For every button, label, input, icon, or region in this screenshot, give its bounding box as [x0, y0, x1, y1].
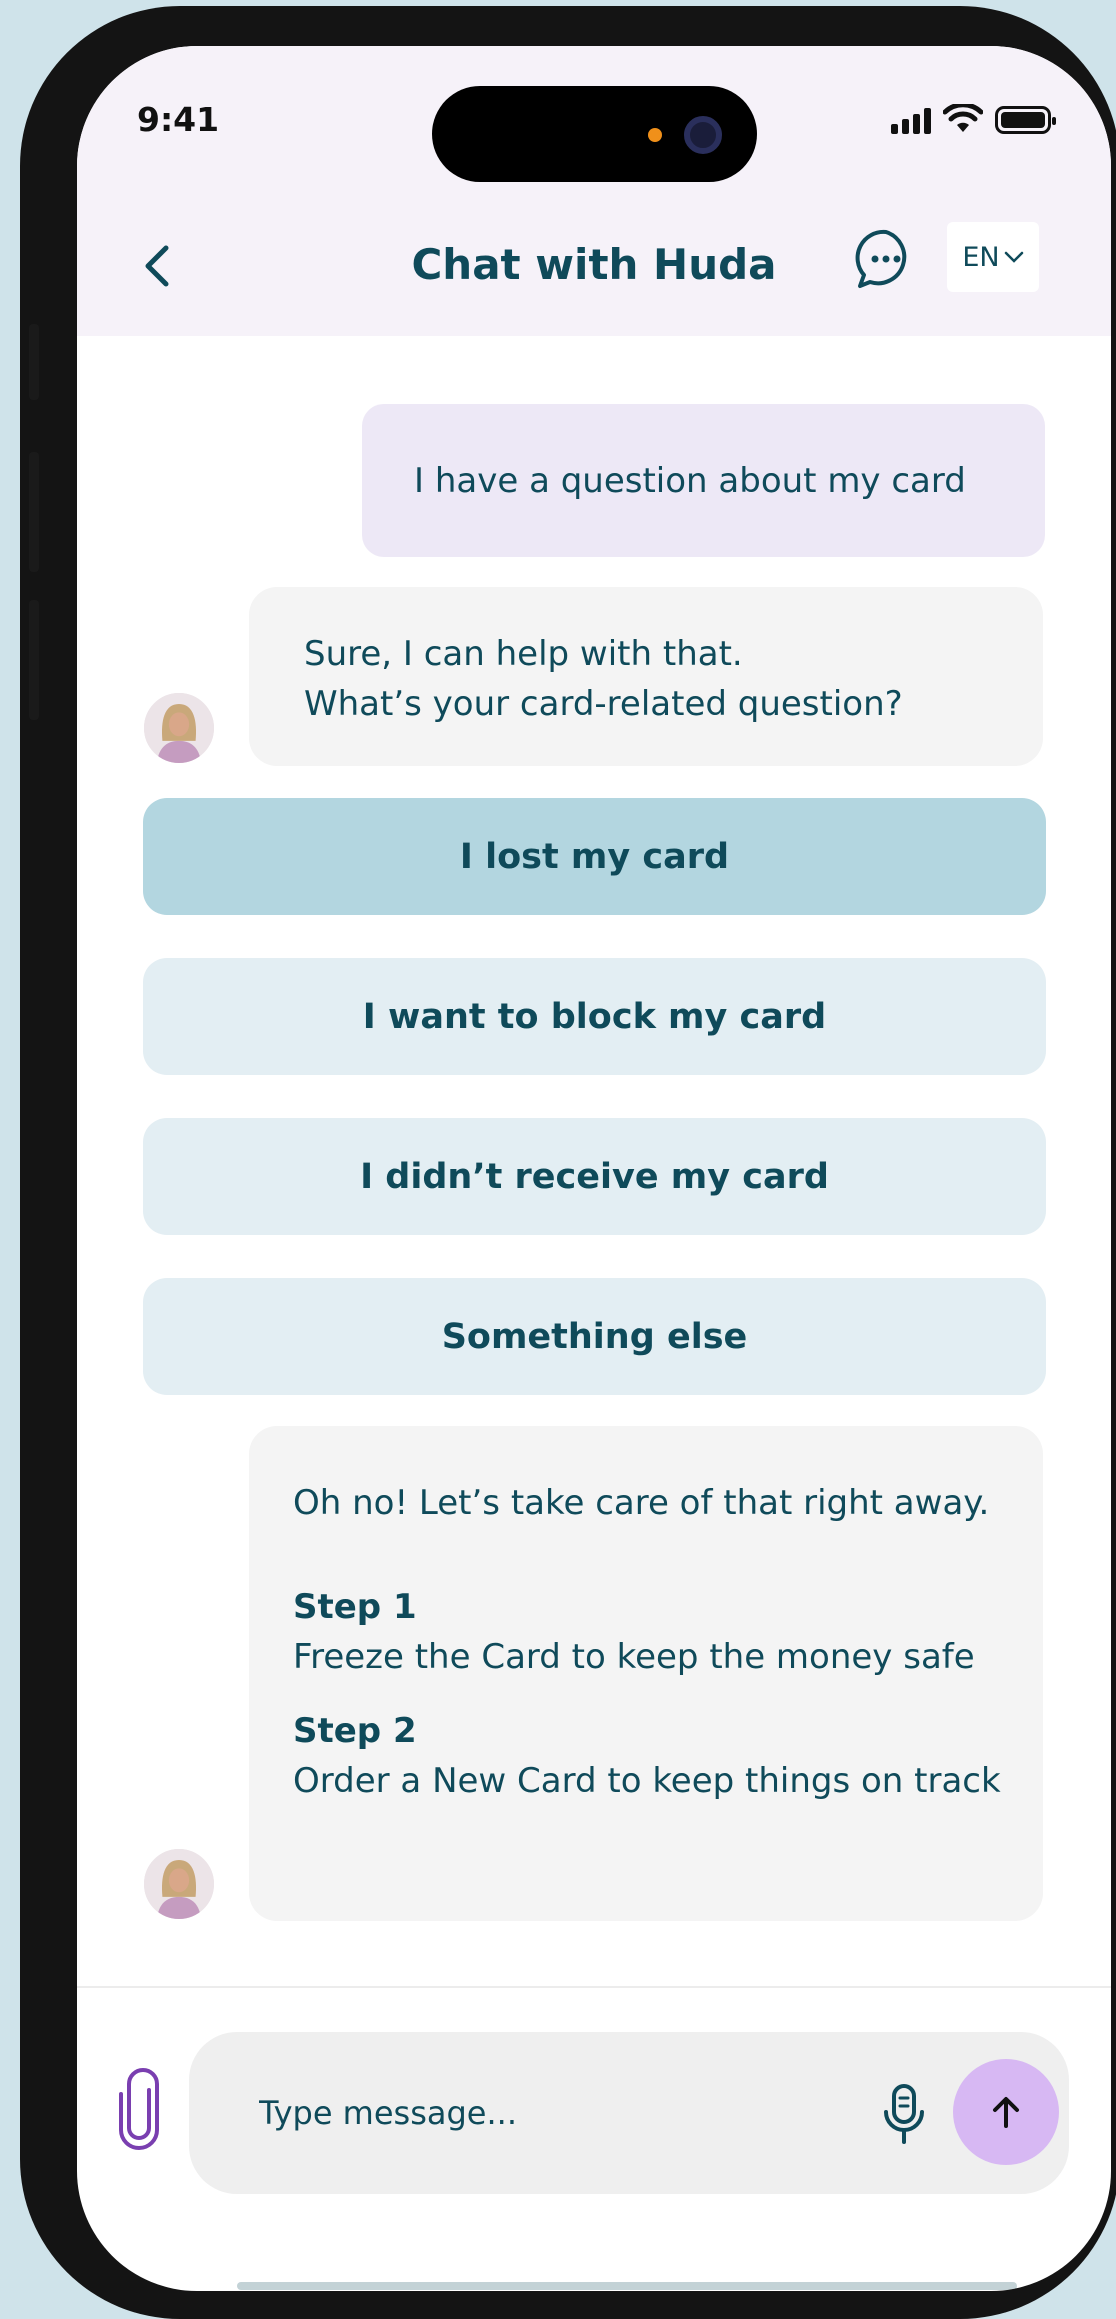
bot-avatar — [141, 1846, 217, 1922]
battery-icon — [995, 106, 1056, 134]
microphone-icon — [884, 2084, 924, 2144]
voice-input-button[interactable] — [879, 2082, 929, 2146]
paperclip-icon — [119, 2068, 159, 2150]
quick-reply-button[interactable]: I didn’t receive my card — [143, 1118, 1046, 1235]
avatar-icon — [144, 1849, 214, 1919]
signal-icon — [891, 108, 931, 134]
chat-options-button[interactable] — [853, 226, 919, 292]
wifi-icon — [943, 104, 983, 132]
bot-message-intro: Oh no! Let’s take care of that right awa… — [293, 1483, 990, 1523]
avatar-icon — [144, 693, 214, 763]
app-screen: 9:41 Chat with Huda EN I have a question… — [77, 46, 1111, 2291]
bot-message: Oh no! Let’s take care of that right awa… — [249, 1426, 1043, 1921]
side-button — [29, 452, 39, 572]
bot-message: Sure, I can help with that. What’s your … — [249, 587, 1043, 766]
bot-message-line: What’s your card-related question? — [304, 684, 903, 724]
status-icons — [891, 104, 1056, 134]
language-label: EN — [962, 241, 1000, 273]
arrow-up-icon — [993, 2097, 1019, 2128]
user-message: I have a question about my card — [362, 404, 1045, 557]
chat-bubble-icon — [855, 229, 907, 288]
privacy-indicator-icon — [648, 128, 662, 142]
quick-reply-button[interactable]: I want to block my card — [143, 958, 1046, 1075]
quick-reply-button[interactable]: I lost my card — [143, 798, 1046, 915]
status-time: 9:41 — [137, 100, 220, 139]
home-indicator — [237, 2282, 1017, 2290]
message-composer — [189, 2032, 1069, 2194]
side-button — [29, 600, 39, 720]
camera-icon — [684, 116, 722, 154]
quick-reply-button[interactable]: Something else — [143, 1278, 1046, 1395]
step-text: Freeze the Card to keep the money safe — [293, 1637, 975, 1677]
side-button — [29, 324, 39, 400]
step-title: Step 1 — [293, 1587, 417, 1627]
chevron-down-icon — [1004, 251, 1023, 263]
bot-message-line: Sure, I can help with that. — [304, 634, 743, 674]
dynamic-island — [432, 86, 757, 182]
send-button[interactable] — [953, 2059, 1059, 2165]
step-title: Step 2 — [293, 1711, 417, 1751]
message-input[interactable] — [259, 2086, 819, 2140]
attach-button[interactable] — [111, 2068, 167, 2152]
language-selector[interactable]: EN — [947, 222, 1039, 292]
step-text: Order a New Card to keep things on track — [293, 1761, 1001, 1801]
phone-frame: 9:41 Chat with Huda EN I have a question… — [20, 6, 1116, 2319]
bot-avatar — [141, 690, 217, 766]
composer-divider — [77, 1986, 1111, 1988]
